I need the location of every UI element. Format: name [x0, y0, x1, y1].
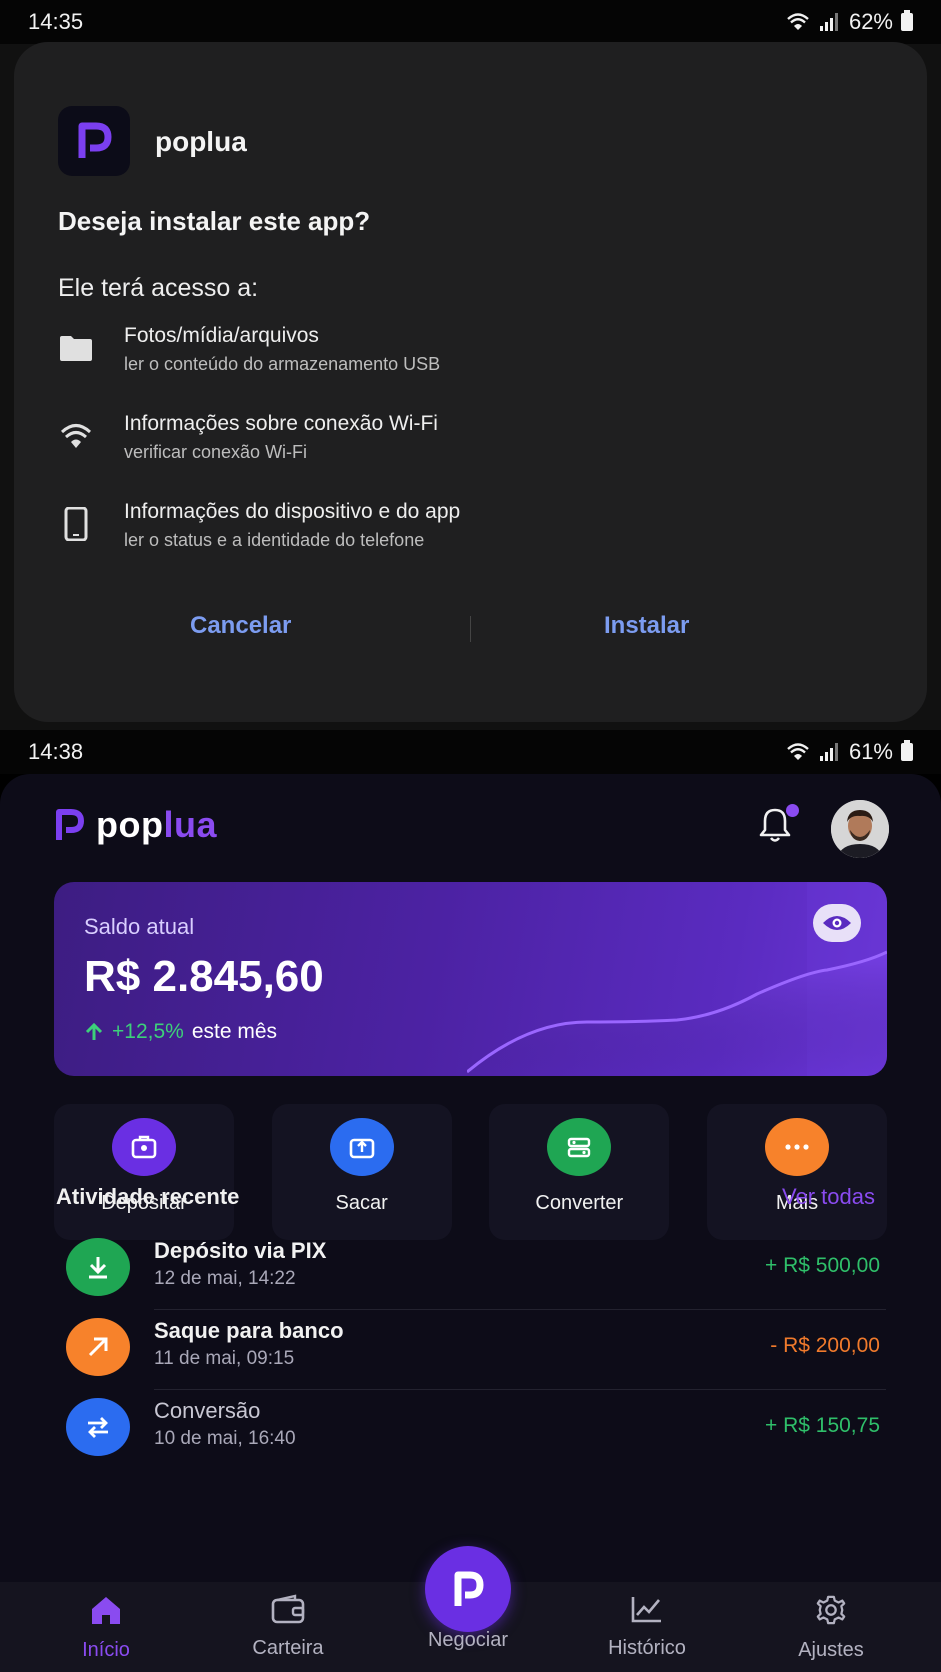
app-icon	[58, 106, 130, 176]
eye-icon	[823, 916, 851, 930]
balance-change: +12,5% este mês	[84, 1020, 277, 1044]
folder-icon	[58, 330, 94, 366]
gear-icon	[816, 1595, 846, 1625]
more-icon	[764, 1118, 829, 1176]
transaction-amount: - R$ 200,00	[770, 1334, 880, 1357]
nav-history[interactable]: Histórico	[577, 1594, 717, 1660]
notification-dot	[786, 804, 799, 817]
permission-desc: ler o status e a identidade do telefone	[124, 530, 425, 550]
transaction-row[interactable]: Saque para banco 11 de mai, 09:15 - R$ 2…	[60, 1310, 886, 1390]
see-all-link[interactable]: Ver todas	[782, 1184, 875, 1210]
trade-fab-button[interactable]	[425, 1546, 511, 1632]
permission-desc: verificar conexão Wi-Fi	[124, 442, 308, 462]
permission-desc: ler o conteúdo do armazenamento USB	[124, 354, 441, 374]
poplua-logo-icon	[78, 122, 112, 158]
transaction-name: Depósito via PIX	[154, 1238, 327, 1263]
nav-home[interactable]: Início	[36, 1594, 176, 1662]
withdraw-icon	[329, 1118, 394, 1176]
balance-amount: R$ 2.845,60	[84, 952, 324, 1001]
wifi-status-icon	[787, 743, 809, 760]
poplua-logo-icon	[56, 809, 84, 840]
balance-change-text: este mês	[191, 1020, 278, 1043]
nav-wallet[interactable]: Carteira	[218, 1594, 358, 1660]
permission-item: Informações sobre conexão Wi-Fi verifica…	[58, 412, 898, 472]
app-name: poplua	[155, 126, 247, 157]
battery-percent: 62%	[848, 9, 893, 34]
balance-label: Saldo atual	[84, 914, 195, 939]
deposit-button[interactable]: Depositar	[54, 1104, 234, 1240]
transaction-row[interactable]: Conversão 10 de mai, 16:40 + R$ 150,75	[60, 1390, 886, 1470]
withdraw-button[interactable]: Sacar	[271, 1104, 452, 1240]
swap-icon	[66, 1398, 130, 1456]
chart-line-icon	[631, 1597, 661, 1623]
logo-pop: pop	[96, 804, 164, 845]
nav-wallet-label: Carteira	[252, 1637, 324, 1659]
install-question: Deseja instalar este app?	[58, 206, 371, 236]
install-dialog: poplua Deseja instalar este app? Ele ter…	[14, 42, 927, 722]
phone-icon	[58, 506, 94, 542]
balance-card: Saldo atual R$ 2.845,60 +12,5% este mês	[54, 882, 887, 1076]
status-time: 14:38	[28, 739, 84, 764]
transaction-date: 12 de mai, 14:22	[154, 1268, 296, 1289]
deposit-icon	[112, 1118, 176, 1176]
permission-title: Fotos/mídia/arquivos	[124, 324, 319, 347]
status-time: 14:35	[28, 9, 84, 34]
convert-button[interactable]: Converter	[489, 1104, 670, 1240]
transaction-row[interactable]: Depósito via PIX 12 de mai, 14:22 + R$ 5…	[60, 1230, 886, 1310]
withdraw-label: Sacar	[335, 1192, 388, 1214]
logo-lua: lua	[163, 804, 217, 845]
avatar[interactable]	[831, 800, 889, 858]
transaction-name: Conversão	[154, 1398, 261, 1423]
home-icon	[92, 1597, 120, 1624]
signal-icon	[819, 743, 838, 761]
poplua-logo-icon	[454, 1571, 484, 1606]
status-bar-bottom: 14:38 61%	[0, 730, 941, 774]
transaction-amount: + R$ 150,75	[764, 1414, 880, 1437]
toggle-visibility-button[interactable]	[813, 904, 861, 942]
nav-settings-label: Ajustes	[798, 1639, 864, 1661]
recent-activity-title: Atividade recente	[56, 1184, 240, 1209]
transaction-name: Saque para banco	[154, 1318, 344, 1343]
convert-label: Converter	[535, 1192, 624, 1214]
transaction-amount: + R$ 500,00	[764, 1254, 880, 1277]
app-logo: poplua	[54, 804, 217, 846]
quick-actions: Depositar Sacar Converter Mais	[54, 1104, 887, 1240]
wifi-status-icon	[787, 13, 809, 30]
transaction-date: 10 de mai, 16:40	[154, 1428, 296, 1449]
nav-trade-label[interactable]: Negociar	[400, 1629, 536, 1652]
button-divider	[470, 616, 471, 642]
convert-icon	[547, 1118, 612, 1176]
wifi-icon	[58, 418, 94, 454]
dialog-backdrop: poplua Deseja instalar este app? Ele ter…	[0, 42, 941, 734]
nav-history-label: Histórico	[608, 1637, 686, 1659]
signal-icon	[819, 13, 838, 31]
balance-change-pct: +12,5%	[112, 1020, 184, 1043]
install-button[interactable]: Instalar	[604, 612, 689, 640]
permission-title: Informações do dispositivo e do app	[124, 500, 461, 523]
status-bar-top: 14:35 62%	[0, 0, 941, 44]
permission-item: Fotos/mídia/arquivos ler o conteúdo do a…	[58, 324, 898, 384]
arrow-up-icon	[85, 1022, 103, 1040]
wallet-icon	[271, 1594, 305, 1624]
battery-icon	[901, 10, 913, 31]
nav-home-label: Início	[82, 1639, 130, 1661]
battery-icon	[901, 740, 913, 761]
transaction-date: 11 de mai, 09:15	[154, 1348, 295, 1369]
permission-item: Informações do dispositivo e do app ler …	[58, 500, 898, 560]
access-title: Ele terá acesso a:	[58, 274, 259, 302]
arrow-up-right-icon	[66, 1318, 130, 1376]
cancel-button[interactable]: Cancelar	[190, 612, 291, 640]
app-home-screen: poplua Saldo atual R$ 2.845,60 +12,5% es…	[0, 774, 941, 1672]
nav-settings[interactable]: Ajustes	[761, 1594, 901, 1662]
permission-title: Informações sobre conexão Wi-Fi	[124, 412, 438, 435]
more-button[interactable]: Mais	[706, 1104, 887, 1240]
battery-percent: 61%	[848, 739, 893, 764]
download-icon	[66, 1238, 130, 1296]
